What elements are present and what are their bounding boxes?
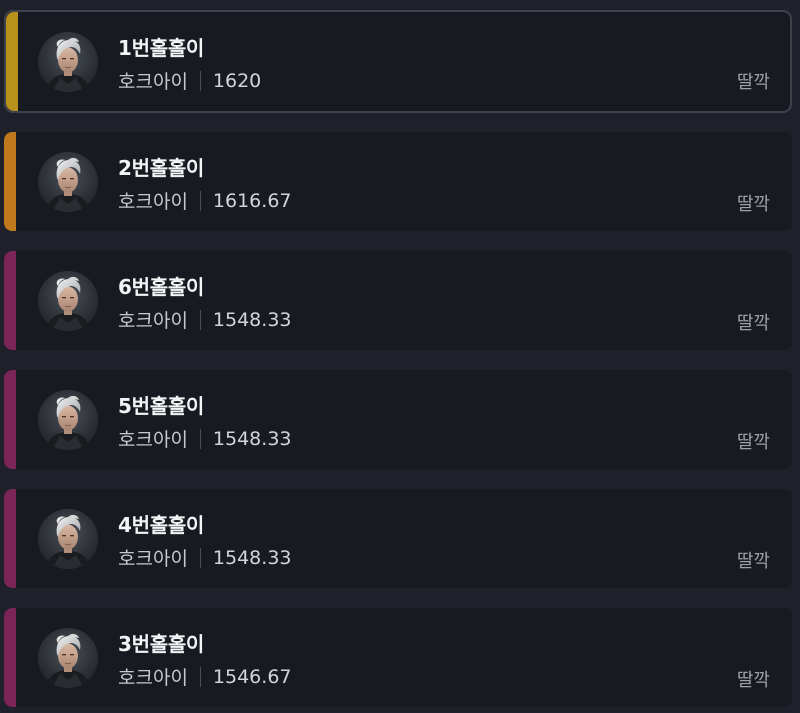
player-card[interactable]: 2번홀홀이 호크아이 1616.67 딸깍 — [4, 132, 792, 231]
accent-cover — [16, 489, 20, 588]
champion-name: 호크아이 — [118, 310, 188, 332]
player-card[interactable]: 1번홀홀이 호크아이 1620 딸깍 — [4, 10, 792, 113]
action-link[interactable]: 딸깍 — [737, 190, 770, 216]
player-name: 1번홀홀이 — [118, 36, 205, 60]
divider — [199, 70, 201, 91]
player-score: 1548.33 — [212, 546, 292, 569]
action-link[interactable]: 딸깍 — [737, 68, 770, 94]
accent-cover — [16, 608, 20, 707]
player-list: 1번홀홀이 호크아이 1620 딸깍 2번홀홀이 호크아이 1616.67 딸깍… — [0, 0, 800, 713]
divider — [199, 190, 201, 211]
player-score: 1546.67 — [212, 665, 292, 688]
avatar — [38, 509, 98, 569]
player-meta: 호크아이 1548.33 — [118, 544, 292, 571]
player-name: 3번홀홀이 — [118, 632, 205, 656]
player-name: 4번홀홀이 — [118, 513, 205, 537]
player-meta: 호크아이 1616.67 — [118, 187, 292, 214]
divider — [199, 309, 201, 330]
champion-name: 호크아이 — [118, 429, 188, 451]
player-score: 1620 — [212, 69, 262, 92]
divider — [199, 428, 201, 449]
player-card[interactable]: 6번홀홀이 호크아이 1548.33 딸깍 — [4, 251, 792, 350]
accent-cover — [18, 12, 22, 111]
champion-name: 호크아이 — [118, 667, 188, 689]
avatar — [38, 390, 98, 450]
avatar — [38, 152, 98, 212]
player-card[interactable]: 5번홀홀이 호크아이 1548.33 딸깍 — [4, 370, 792, 469]
player-name: 2번홀홀이 — [118, 156, 205, 180]
champion-name: 호크아이 — [118, 71, 188, 93]
accent-cover — [16, 370, 20, 469]
player-score: 1548.33 — [212, 427, 292, 450]
player-meta: 호크아이 1546.67 — [118, 663, 292, 690]
avatar — [38, 271, 98, 331]
champion-name: 호크아이 — [118, 548, 188, 570]
player-card[interactable]: 3번홀홀이 호크아이 1546.67 딸깍 — [4, 608, 792, 707]
player-name: 6번홀홀이 — [118, 275, 205, 299]
player-meta: 호크아이 1548.33 — [118, 425, 292, 452]
player-meta: 호크아이 1620 — [118, 67, 261, 94]
action-link[interactable]: 딸깍 — [737, 547, 770, 573]
accent-cover — [16, 132, 20, 231]
player-card[interactable]: 4번홀홀이 호크아이 1548.33 딸깍 — [4, 489, 792, 588]
action-link[interactable]: 딸깍 — [737, 309, 770, 335]
action-link[interactable]: 딸깍 — [737, 666, 770, 692]
avatar — [38, 628, 98, 688]
avatar — [38, 32, 98, 92]
player-score: 1548.33 — [212, 308, 292, 331]
divider — [199, 547, 201, 568]
champion-name: 호크아이 — [118, 191, 188, 213]
accent-cover — [16, 251, 20, 350]
player-score: 1616.67 — [212, 189, 292, 212]
player-name: 5번홀홀이 — [118, 394, 205, 418]
action-link[interactable]: 딸깍 — [737, 428, 770, 454]
player-meta: 호크아이 1548.33 — [118, 306, 292, 333]
divider — [199, 666, 201, 687]
